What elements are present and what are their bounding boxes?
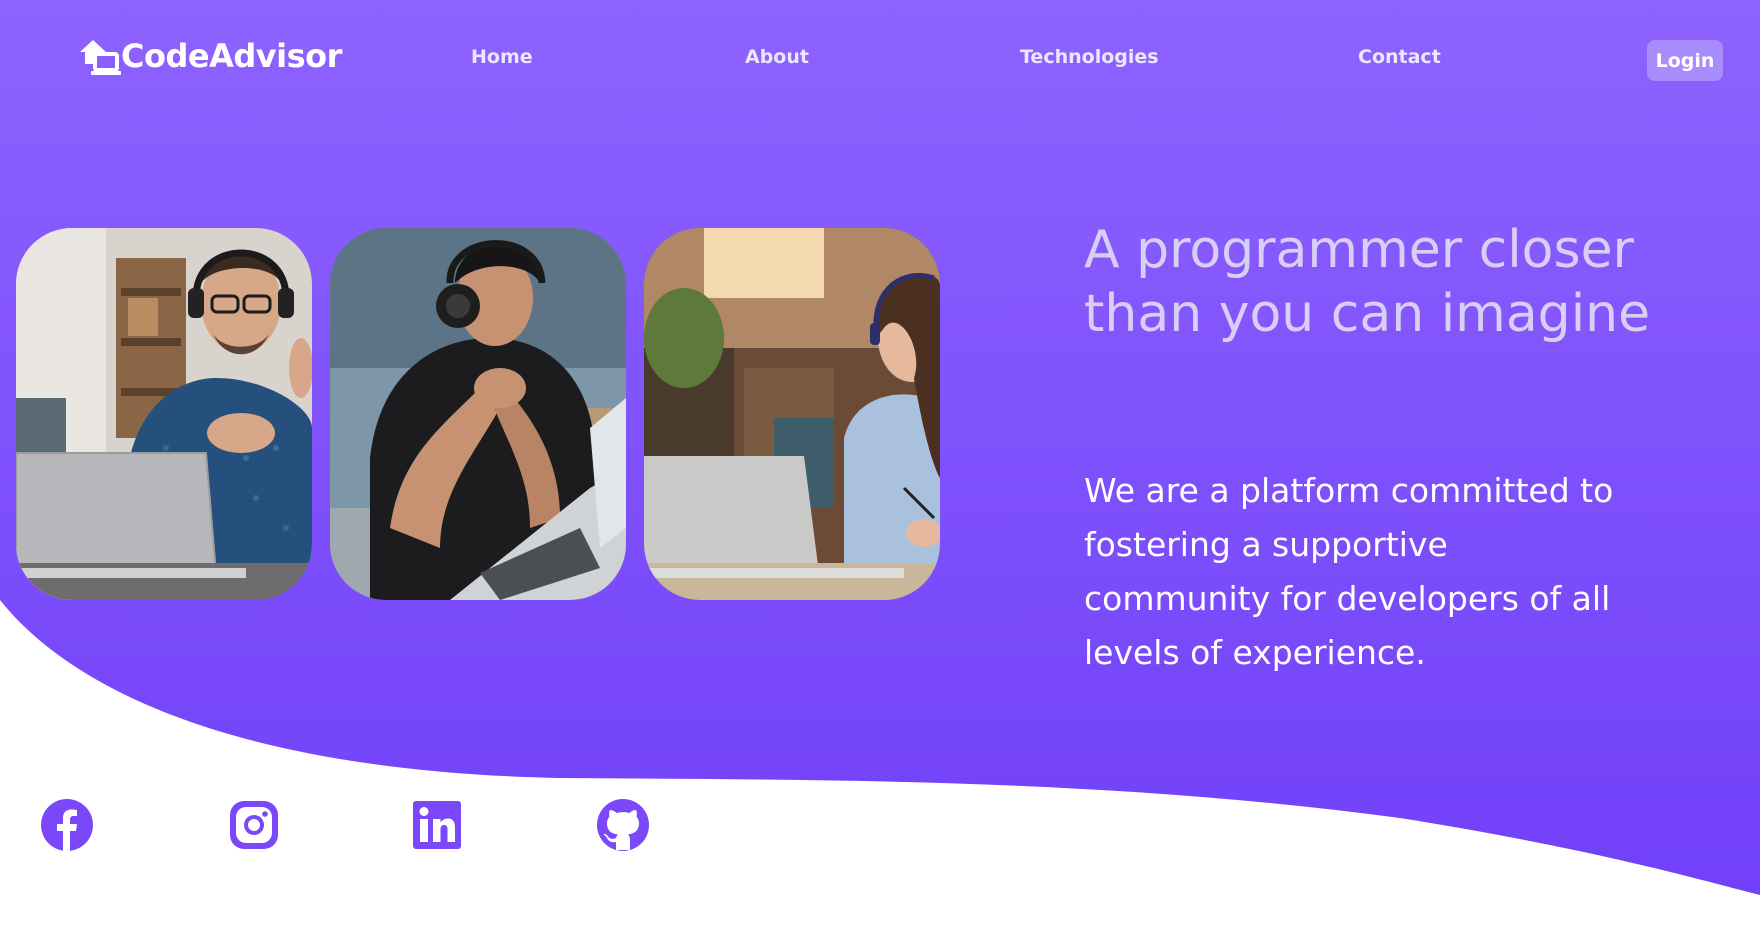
hero-photo-2 bbox=[330, 228, 626, 600]
hero-description: We are a platform committed to fostering… bbox=[1084, 471, 1614, 672]
brand-logo[interactable]: CodeAdvisor bbox=[77, 34, 342, 78]
nav-about[interactable]: About bbox=[745, 46, 809, 68]
landing-page: CodeAdvisor Home About Technologies Cont… bbox=[0, 0, 1760, 928]
house-laptop-icon bbox=[80, 40, 121, 75]
nav-home[interactable]: Home bbox=[471, 46, 533, 68]
facebook-icon[interactable] bbox=[40, 798, 94, 852]
hero-title: A programmer closer than you can imagine bbox=[1084, 220, 1651, 344]
photo-woman-laptop-cafe bbox=[644, 228, 940, 600]
login-button[interactable]: Login bbox=[1647, 40, 1723, 81]
instagram-icon[interactable] bbox=[227, 798, 281, 852]
linkedin-icon[interactable] bbox=[410, 798, 464, 852]
photo-man-headphones-thinking bbox=[330, 228, 626, 600]
nav-contact[interactable]: Contact bbox=[1358, 46, 1441, 68]
hero-photo-1 bbox=[16, 228, 312, 600]
nav-technologies[interactable]: Technologies bbox=[1020, 46, 1159, 68]
logo-text: CodeAdvisor bbox=[121, 37, 342, 75]
photo-man-headphones-laptop bbox=[16, 228, 312, 600]
github-icon[interactable] bbox=[596, 798, 650, 852]
hero-photo-3 bbox=[644, 228, 940, 600]
